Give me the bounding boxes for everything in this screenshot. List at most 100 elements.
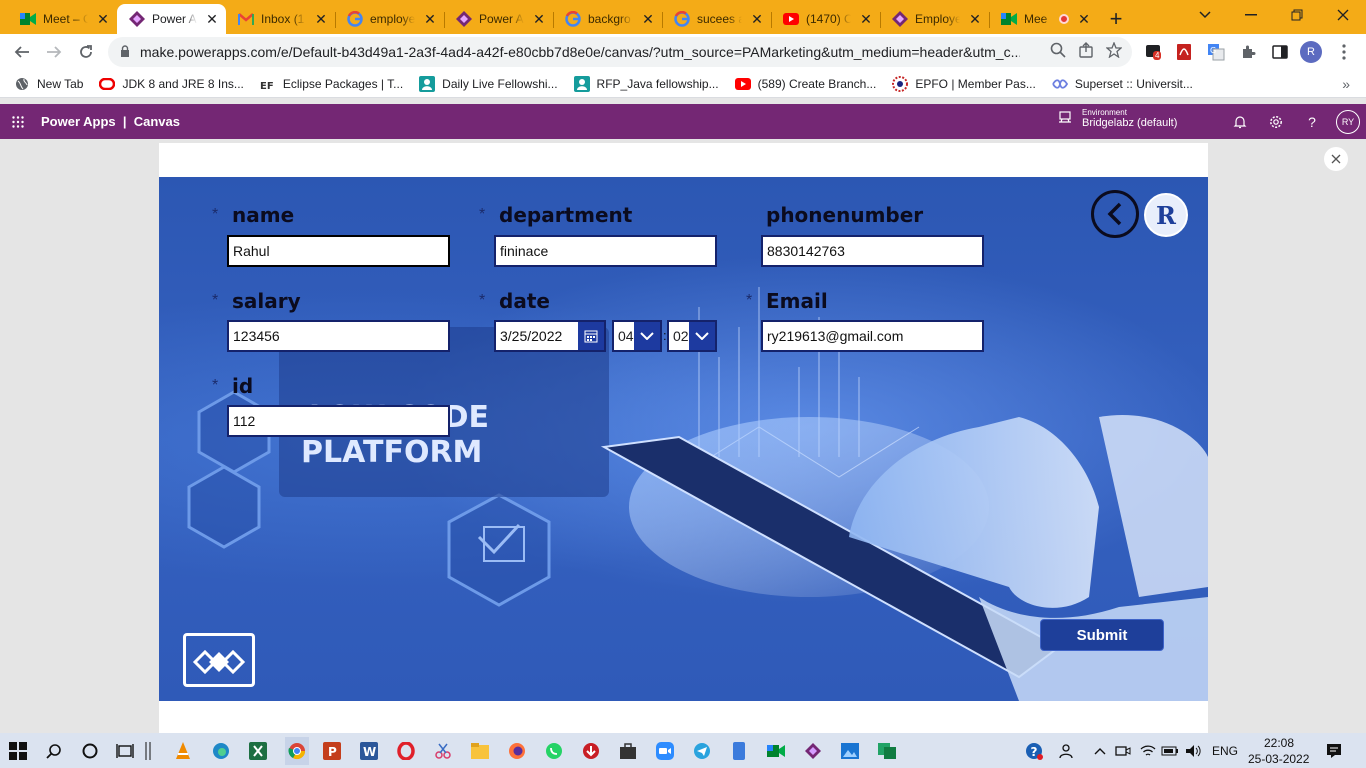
profile-avatar[interactable]: R [1300, 41, 1322, 63]
bookmark-item[interactable]: (589) Create Branch... [734, 76, 876, 92]
more-bookmarks-icon[interactable]: » [1342, 76, 1350, 92]
close-tab-icon[interactable]: ✕ [204, 11, 220, 27]
close-window-icon[interactable] [1320, 0, 1366, 30]
chrome-icon[interactable] [285, 737, 309, 765]
phonenumber-input[interactable]: 8830142763 [761, 235, 984, 267]
clock-time[interactable]: 22:08 [1264, 736, 1294, 750]
minimize-icon[interactable] [1228, 0, 1274, 30]
zoom-app-icon[interactable] [655, 741, 675, 761]
bookmark-item[interactable]: Daily Live Fellowshi... [419, 75, 558, 92]
zoom-icon[interactable] [1050, 42, 1066, 61]
close-tab-icon[interactable]: ✕ [640, 11, 656, 27]
user-avatar[interactable]: RY [1336, 110, 1360, 134]
powerapps-title[interactable]: Power Apps | Canvas [41, 114, 180, 129]
minute-dropdown[interactable]: 02 [667, 320, 717, 352]
salary-input[interactable]: 123456 [227, 320, 450, 352]
email-input[interactable]: ry219613@gmail.com [761, 320, 984, 352]
back-icon[interactable] [6, 36, 38, 68]
back-arrow-button[interactable] [1091, 190, 1139, 238]
windows-start-icon[interactable] [8, 741, 28, 761]
excel-icon[interactable] [248, 741, 268, 761]
restore-icon[interactable] [1274, 0, 1320, 30]
bookmark-item[interactable]: EPFO | Member Pas... [892, 75, 1036, 92]
side-panel-icon[interactable] [1270, 42, 1290, 62]
close-tab-icon[interactable]: ✕ [1076, 11, 1092, 27]
store-icon[interactable] [618, 741, 638, 761]
clock-date[interactable]: 25-03-2022 [1248, 752, 1309, 766]
browser-tab[interactable]: Power A ✕ [444, 4, 553, 34]
tab-search-icon[interactable] [1182, 0, 1228, 30]
hour-dropdown[interactable]: 04 [612, 320, 662, 352]
task-view-icon[interactable] [115, 741, 135, 761]
volume-icon[interactable] [1184, 741, 1204, 761]
bookmark-item[interactable]: JDK 8 and JRE 8 Ins... [99, 76, 244, 92]
submit-button[interactable]: Submit [1040, 619, 1164, 651]
teams-or-sheets-icon[interactable] [877, 741, 897, 761]
cortana-icon[interactable] [80, 741, 100, 761]
browser-tab[interactable]: sucees a ✕ [662, 4, 771, 34]
snipping-tool-icon[interactable] [433, 741, 453, 761]
meet-now-icon[interactable] [1113, 741, 1133, 761]
bookmark-item[interactable]: RFP_Java fellowship... [573, 75, 719, 92]
close-tab-icon[interactable]: ✕ [531, 11, 547, 27]
close-tab-icon[interactable]: ✕ [967, 11, 983, 27]
help-icon[interactable]: ? [1302, 112, 1322, 132]
puzzle-extensions-icon[interactable] [1238, 42, 1258, 62]
show-hidden-icons-icon[interactable] [1090, 741, 1110, 761]
close-tab-icon[interactable]: ✕ [749, 11, 765, 27]
telegram-icon[interactable] [692, 741, 712, 761]
translate-extension-icon[interactable]: G [1206, 42, 1226, 62]
browser-tab[interactable]: Mee ✕ [989, 4, 1098, 34]
file-explorer-icon[interactable] [470, 741, 490, 761]
help-tips-icon[interactable]: ? [1024, 741, 1044, 761]
people-icon[interactable] [1058, 741, 1078, 761]
close-tab-icon[interactable]: ✕ [422, 11, 438, 27]
opera-icon[interactable] [396, 741, 416, 761]
browser-tab[interactable]: employe ✕ [335, 4, 444, 34]
close-tab-icon[interactable]: ✕ [313, 11, 329, 27]
edge-icon[interactable] [211, 741, 231, 761]
firefox-icon[interactable] [507, 741, 527, 761]
vlc-icon[interactable] [173, 741, 193, 761]
close-preview-icon[interactable] [1324, 147, 1348, 171]
new-tab-button[interactable]: + [1098, 4, 1134, 34]
notification-center-icon[interactable] [1324, 741, 1344, 761]
reload-icon[interactable] [70, 36, 102, 68]
download-manager-icon[interactable] [581, 741, 601, 761]
search-icon[interactable] [44, 741, 64, 761]
browser-tab[interactable]: Inbox (1 ✕ [226, 4, 335, 34]
browser-tab[interactable]: Employe ✕ [880, 4, 989, 34]
name-input[interactable]: Rahul [227, 235, 450, 267]
app-launcher-icon[interactable] [0, 104, 36, 139]
wifi-icon[interactable] [1138, 741, 1158, 761]
date-picker[interactable]: 3/25/2022 [494, 320, 606, 352]
notifications-icon[interactable] [1230, 112, 1250, 132]
forward-icon[interactable] [38, 36, 70, 68]
chrome-menu-icon[interactable] [1334, 42, 1354, 62]
phone-link-icon[interactable] [729, 741, 749, 761]
google-meet-icon[interactable] [766, 741, 786, 761]
bookmark-item[interactable]: Superset :: Universit... [1052, 76, 1193, 92]
department-input[interactable]: fininace [494, 235, 717, 267]
bookmark-star-icon[interactable] [1105, 41, 1123, 61]
powerpoint-icon[interactable]: P [322, 741, 342, 761]
whatsapp-icon[interactable] [544, 741, 564, 761]
browser-tab[interactable]: Power A ✕ [117, 4, 226, 34]
photos-icon[interactable] [840, 741, 860, 761]
input-language[interactable]: ENG [1212, 744, 1238, 758]
share-icon[interactable] [1078, 42, 1094, 61]
address-bar[interactable]: make.powerapps.com/e/Default-b43d49a1-2a… [108, 37, 1132, 67]
calendar-icon[interactable] [578, 322, 604, 350]
power-apps-icon[interactable] [803, 741, 823, 761]
bookmark-item[interactable]: EF Eclipse Packages | T... [260, 76, 403, 92]
browser-tab[interactable]: backgro ✕ [553, 4, 662, 34]
close-tab-icon[interactable]: ✕ [95, 11, 111, 27]
bookmark-item[interactable]: New Tab [14, 76, 83, 92]
settings-gear-icon[interactable] [1266, 112, 1286, 132]
word-icon[interactable]: W [359, 741, 379, 761]
browser-tab[interactable]: Meet – C ✕ [8, 4, 117, 34]
environment-picker[interactable]: Environment Bridgelabz (default) [1058, 108, 1177, 129]
extension-badge-icon[interactable]: 4 [1144, 42, 1164, 62]
pdf-extension-icon[interactable] [1174, 42, 1194, 62]
battery-icon[interactable] [1160, 741, 1180, 761]
